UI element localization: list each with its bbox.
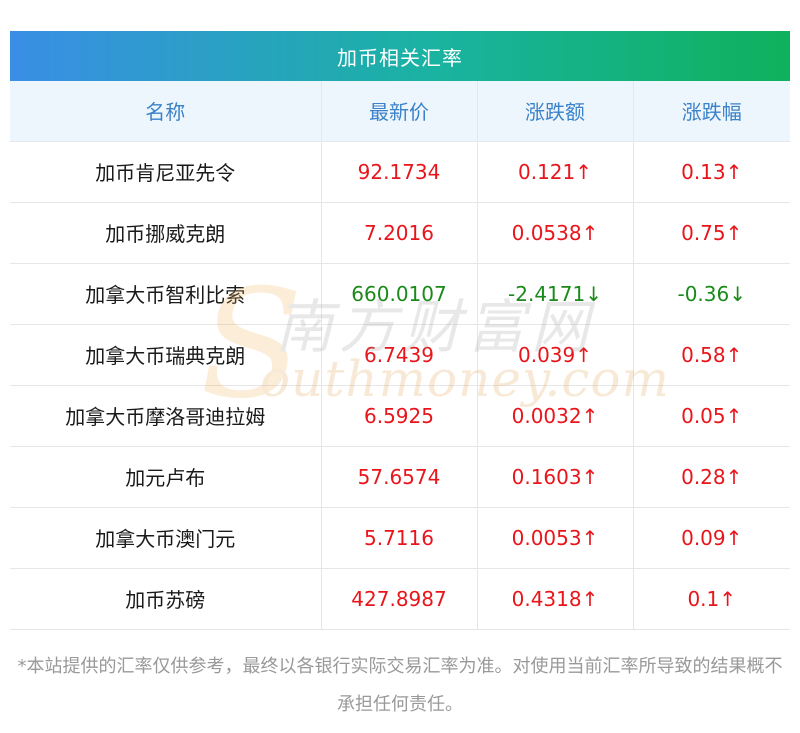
currency-pair-name: 加币苏磅: [10, 568, 322, 630]
table-title: 加币相关汇率: [10, 31, 790, 81]
price-change-percent: -0.36↓: [633, 263, 790, 325]
table-row[interactable]: 加拿大币澳门元 5.7116 0.0053↑ 0.09↑: [10, 507, 790, 569]
currency-pair-name: 加拿大币澳门元: [10, 507, 322, 569]
table-row[interactable]: 加拿大币智利比索 660.0107 -2.4171↓ -0.36↓: [10, 263, 790, 325]
table-row[interactable]: 加拿大币摩洛哥迪拉姆 6.5925 0.0032↑ 0.05↑: [10, 385, 790, 447]
price-change: 0.0053↑: [477, 507, 634, 569]
header-price: 最新价: [321, 81, 478, 142]
currency-pair-name: 加币肯尼亚先令: [10, 141, 322, 203]
latest-price: 7.2016: [321, 202, 478, 264]
price-change: 0.039↑: [477, 324, 634, 386]
latest-price: 660.0107: [321, 263, 478, 325]
price-change-percent: 0.58↑: [633, 324, 790, 386]
header-change-percent: 涨跌幅: [633, 81, 790, 142]
price-change: 0.4318↑: [477, 568, 634, 630]
price-change-percent: 0.13↑: [633, 141, 790, 203]
price-change-percent: 0.09↑: [633, 507, 790, 569]
table-header-row: 名称 最新价 涨跌额 涨跌幅: [10, 81, 790, 142]
exchange-rate-table: 名称 最新价 涨跌额 涨跌幅 加币肯尼亚先令 92.1734 0.121↑ 0.13↑…: [10, 81, 790, 630]
table-row[interactable]: 加币苏磅 427.8987 0.4318↑ 0.1↑: [10, 568, 790, 630]
latest-price: 427.8987: [321, 568, 478, 630]
currency-pair-name: 加元卢布: [10, 446, 322, 508]
disclaimer-text: *本站提供的汇率仅供参考，最终以各银行实际交易汇率为准。对使用当前汇率所导致的结…: [17, 656, 783, 715]
header-change: 涨跌额: [477, 81, 634, 142]
currency-pair-name: 加拿大币瑞典克朗: [10, 324, 322, 386]
table-row[interactable]: 加元卢布 57.6574 0.1603↑ 0.28↑: [10, 446, 790, 508]
price-change: -2.4171↓: [477, 263, 634, 325]
latest-price: 6.5925: [321, 385, 478, 447]
table-row[interactable]: 加币挪威克朗 7.2016 0.0538↑ 0.75↑: [10, 202, 790, 264]
table-row[interactable]: 加拿大币瑞典克朗 6.7439 0.039↑ 0.58↑: [10, 324, 790, 386]
price-change: 0.0032↑: [477, 385, 634, 447]
header-name: 名称: [10, 81, 322, 142]
latest-price: 92.1734: [321, 141, 478, 203]
exchange-rate-card: 加币相关汇率 名称 最新价 涨跌额 涨跌幅 加币肯尼亚先令 92.1734 0.12…: [10, 31, 790, 630]
currency-pair-name: 加拿大币摩洛哥迪拉姆: [10, 385, 322, 447]
price-change: 0.1603↑: [477, 446, 634, 508]
latest-price: 5.7116: [321, 507, 478, 569]
currency-pair-name: 加币挪威克朗: [10, 202, 322, 264]
price-change-percent: 0.05↑: [633, 385, 790, 447]
price-change: 0.0538↑: [477, 202, 634, 264]
table-row[interactable]: 加币肯尼亚先令 92.1734 0.121↑ 0.13↑: [10, 141, 790, 203]
price-change-percent: 0.75↑: [633, 202, 790, 264]
latest-price: 6.7439: [321, 324, 478, 386]
currency-pair-name: 加拿大币智利比索: [10, 263, 322, 325]
latest-price: 57.6574: [321, 446, 478, 508]
price-change: 0.121↑: [477, 141, 634, 203]
price-change-percent: 0.28↑: [633, 446, 790, 508]
price-change-percent: 0.1↑: [633, 568, 790, 630]
